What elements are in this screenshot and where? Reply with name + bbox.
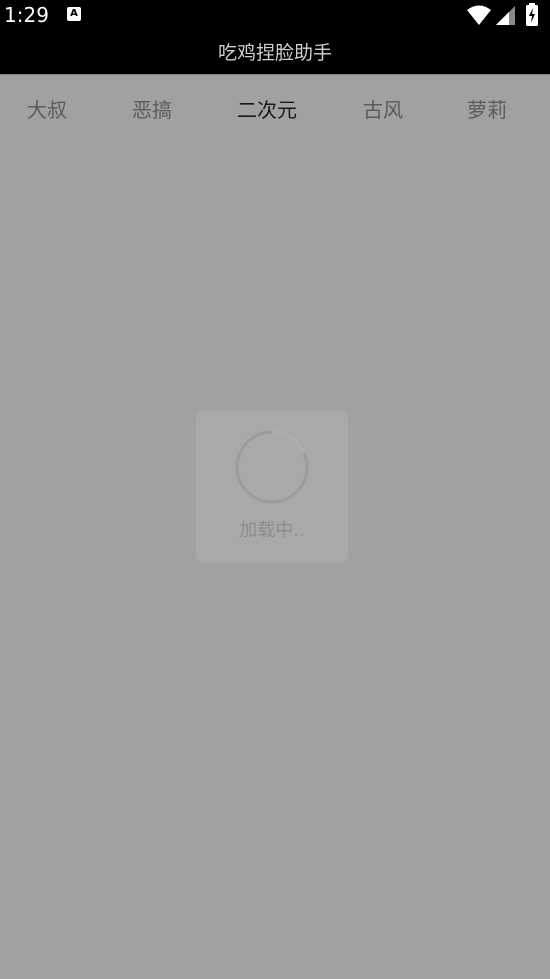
signal-icon — [496, 6, 515, 25]
tab-dashu[interactable]: 大叔 — [0, 93, 97, 127]
tab-egao[interactable]: 恶搞 — [102, 93, 202, 127]
tab-erciyuan[interactable]: 二次元 — [217, 93, 317, 127]
notification-icon: A — [67, 7, 81, 21]
app-title: 吃鸡捏脸助手 — [0, 30, 550, 74]
status-time: 1:29 — [4, 3, 49, 27]
tab-gufeng[interactable]: 古风 — [333, 93, 433, 127]
tab-luoli[interactable]: 萝莉 — [437, 93, 537, 127]
loading-text: 加载中.. — [239, 520, 305, 541]
category-tabs: 大叔 恶搞 二次元 古风 萝莉 — [0, 75, 550, 141]
wifi-icon — [467, 5, 491, 25]
loading-spinner-icon — [235, 430, 309, 504]
status-bar: 1:29 A — [0, 0, 550, 30]
battery-icon — [526, 3, 538, 26]
loading-dialog: 加载中.. — [196, 411, 348, 563]
